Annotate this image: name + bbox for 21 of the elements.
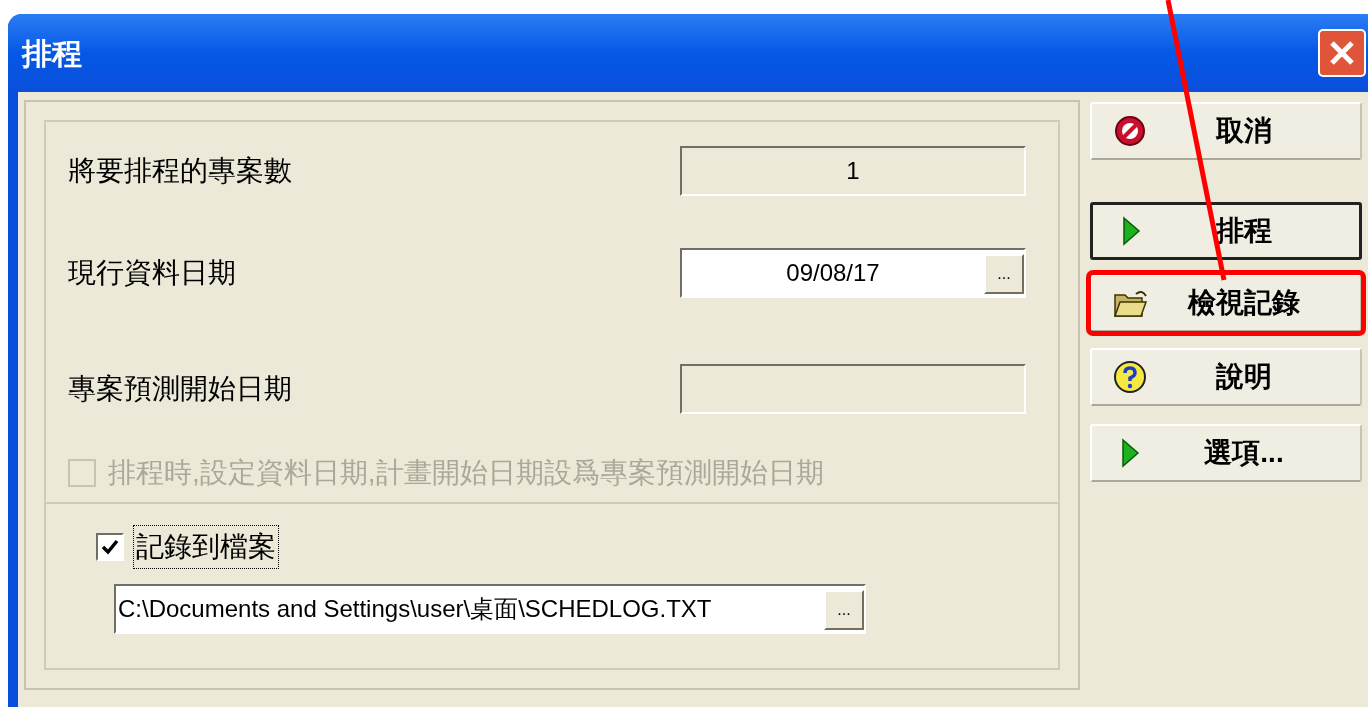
checkbox[interactable] — [96, 533, 124, 561]
input-field[interactable]: 09/08/17 ... — [680, 248, 1026, 298]
field-label: 專案預測開始日期 — [68, 372, 292, 406]
help-icon — [1112, 359, 1148, 395]
log-path-field[interactable]: C:\Documents and Settings\user\桌面\SCHEDLOG.TXT ... — [114, 584, 866, 634]
check-mark-icon — [100, 537, 120, 557]
input-field[interactable] — [680, 364, 1026, 414]
browse-button[interactable]: ... — [824, 590, 864, 630]
close-button[interactable] — [1318, 29, 1366, 77]
input-field[interactable]: 1 — [680, 146, 1026, 196]
checkbox-label: 排程時,設定資料日期,計畫開始日期設爲專案預測開始日期 — [107, 456, 825, 490]
action-button[interactable]: 選項... — [1090, 424, 1362, 482]
stop-sign-icon — [1112, 113, 1148, 149]
window-title: 排程 — [22, 35, 82, 72]
action-button[interactable]: 排程 — [1090, 202, 1362, 260]
checkbox-label: 記錄到檔案 — [134, 526, 278, 568]
field-label: 將要排程的專案數 — [68, 154, 292, 188]
action-button[interactable]: 取消 — [1090, 102, 1362, 160]
field-label: 現行資料日期 — [68, 256, 236, 290]
action-button[interactable]: 說明 — [1090, 348, 1362, 406]
browse-button[interactable]: ... — [984, 254, 1024, 294]
